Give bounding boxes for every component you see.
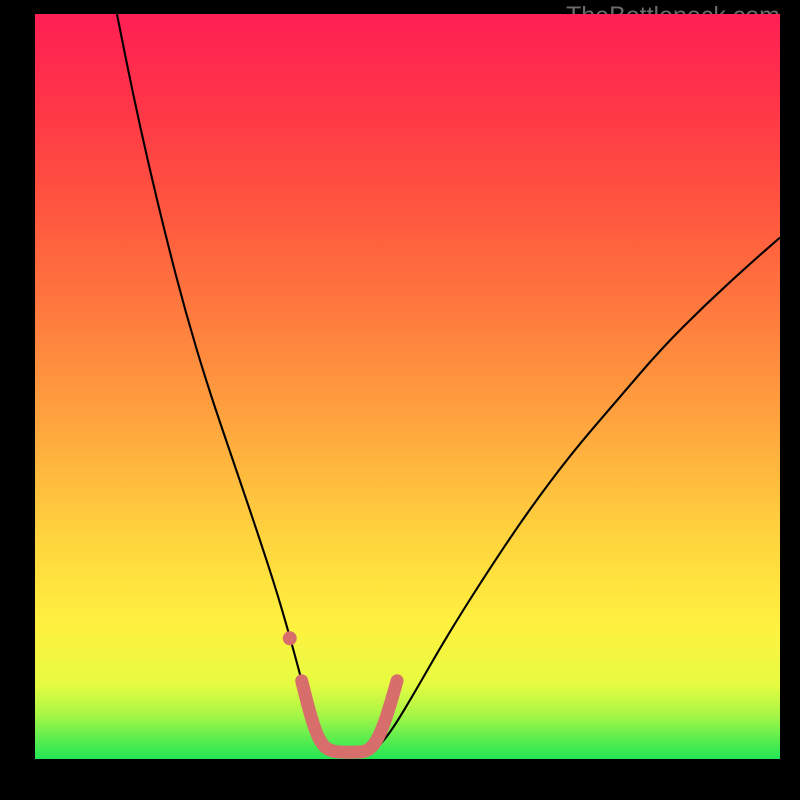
highlight-dot [283,631,297,645]
marker-group [283,631,297,645]
plot-area [35,14,780,759]
chart-svg [35,14,780,759]
heat-background [35,14,780,759]
chart-frame: TheBottleneck.com [0,0,800,800]
